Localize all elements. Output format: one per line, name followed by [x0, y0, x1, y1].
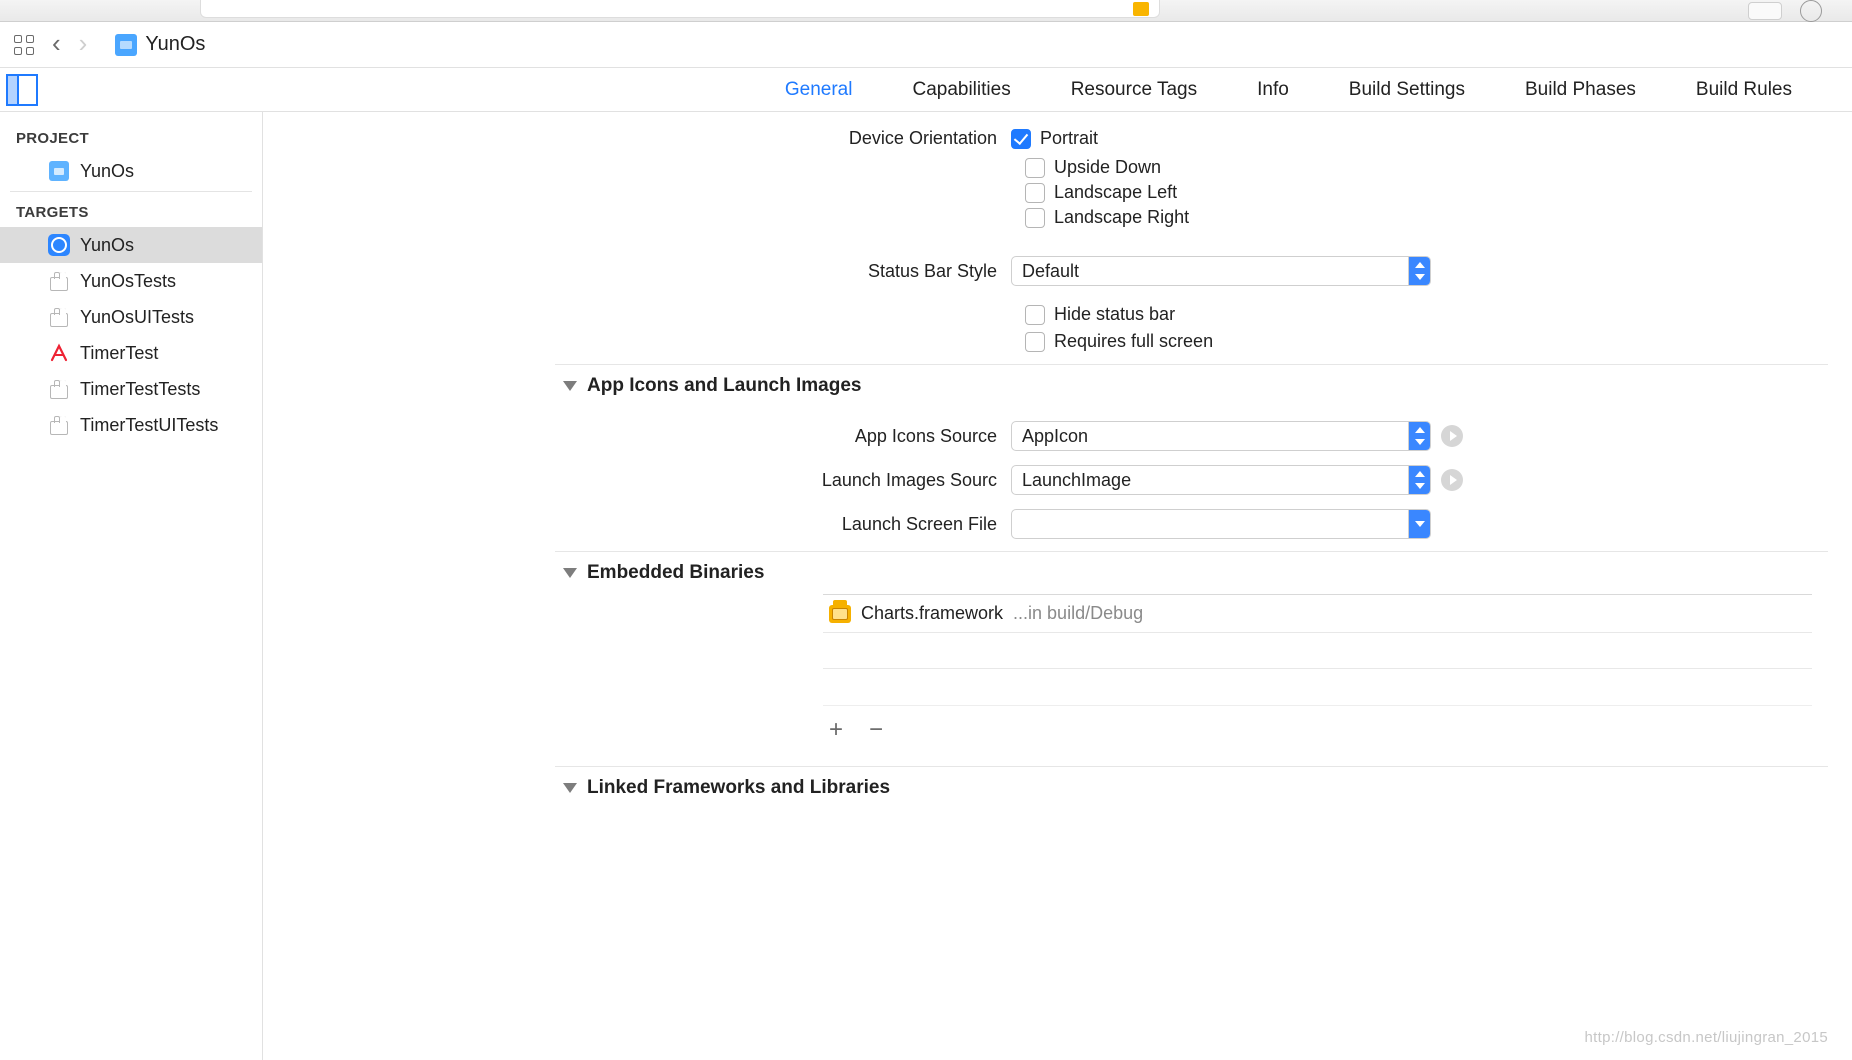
select-stepper-icon	[1408, 257, 1430, 285]
section-linked-frameworks[interactable]: Linked Frameworks and Libraries	[263, 767, 1852, 809]
app-target-icon	[48, 234, 70, 256]
sidebar-target-label: TimerTest	[80, 343, 158, 364]
nav-forward-icon[interactable]: ›	[79, 30, 88, 56]
test-target-icon	[49, 415, 69, 435]
tab-capabilities[interactable]: Capabilities	[912, 79, 1010, 101]
sidebar-target-label: YunOs	[80, 235, 134, 256]
sidebar-heading-project: PROJECT	[0, 122, 262, 153]
launch-images-source-label: Launch Images Sourc	[263, 470, 1011, 491]
dropdown-arrow-icon	[1408, 510, 1430, 538]
section-embedded-binaries[interactable]: Embedded Binaries	[263, 552, 1852, 594]
checkbox-hide-status-bar[interactable]	[1025, 305, 1045, 325]
sidebar-target-timertest[interactable]: TimerTest	[0, 335, 262, 371]
embedded-binary-path: ...in build/Debug	[1013, 603, 1143, 624]
breadcrumb-project: YunOs	[145, 33, 205, 56]
test-target-icon	[49, 271, 69, 291]
sidebar-target-yunostests[interactable]: YunOsTests	[0, 263, 262, 299]
device-orientation-label: Device Orientation	[263, 128, 1011, 149]
tab-resource-tags[interactable]: Resource Tags	[1071, 79, 1197, 101]
sidebar-target-yunosuitests[interactable]: YunOsUITests	[0, 299, 262, 335]
status-bar-style-value: Default	[1022, 261, 1079, 282]
table-row[interactable]: Charts.framework ...in build/Debug	[823, 595, 1812, 633]
app-icons-source-select[interactable]: AppIcon	[1011, 421, 1431, 451]
toolbar-button[interactable]	[1748, 2, 1782, 20]
checkbox-upside-down[interactable]	[1025, 158, 1045, 178]
sidebar-target-label: TimerTestTests	[80, 379, 200, 400]
sidebar-target-label: YunOsTests	[80, 271, 176, 292]
checkbox-landscape-right-label: Landscape Right	[1054, 207, 1189, 228]
sidebar-target-timertestuitests[interactable]: TimerTestUITests	[0, 407, 262, 443]
project-icon	[115, 34, 137, 56]
checkbox-portrait[interactable]	[1011, 129, 1031, 149]
launch-images-source-select[interactable]: LaunchImage	[1011, 465, 1431, 495]
toolbar-circle-button[interactable]	[1800, 0, 1822, 22]
tab-info[interactable]: Info	[1257, 79, 1289, 101]
section-linked-label: Linked Frameworks and Libraries	[587, 777, 890, 799]
editor-tab-bar: General Capabilities Resource Tags Info …	[0, 68, 1852, 112]
disclosure-triangle-icon	[563, 783, 577, 793]
test-target-icon	[49, 379, 69, 399]
checkbox-upside-down-label: Upside Down	[1054, 157, 1161, 178]
app-a-icon	[48, 342, 70, 364]
path-bar: ‹ › YunOs	[0, 22, 1852, 68]
app-icons-source-label: App Icons Source	[263, 426, 1011, 447]
nav-back-icon[interactable]: ‹	[52, 30, 61, 56]
section-embedded-label: Embedded Binaries	[587, 562, 764, 584]
project-icon	[49, 161, 69, 181]
tab-build-rules[interactable]: Build Rules	[1696, 79, 1792, 101]
tab-build-settings[interactable]: Build Settings	[1349, 79, 1465, 101]
sidebar-heading-targets: TARGETS	[0, 196, 262, 227]
general-settings-content: Device Orientation Portrait Upside Down …	[263, 112, 1852, 1060]
checkbox-landscape-left[interactable]	[1025, 183, 1045, 203]
address-bar[interactable]	[200, 0, 1160, 18]
framework-icon	[829, 605, 851, 623]
launch-screen-file-select[interactable]	[1011, 509, 1431, 539]
checkbox-requires-full-screen-label: Requires full screen	[1054, 331, 1213, 352]
breadcrumb[interactable]: YunOs	[115, 33, 205, 56]
section-app-icons[interactable]: App Icons and Launch Images	[263, 365, 1852, 407]
related-items-icon[interactable]	[14, 35, 34, 55]
goto-asset-button[interactable]	[1441, 469, 1463, 491]
checkbox-hide-status-bar-label: Hide status bar	[1054, 304, 1175, 325]
section-app-icons-label: App Icons and Launch Images	[587, 375, 862, 397]
navigator-toggle-icon[interactable]	[6, 74, 38, 106]
checkbox-requires-full-screen[interactable]	[1025, 332, 1045, 352]
table-row[interactable]	[823, 669, 1812, 705]
select-stepper-icon	[1408, 466, 1430, 494]
project-targets-sidebar: PROJECT YunOs TARGETS YunOs YunOsTests Y…	[0, 112, 263, 1060]
launch-screen-file-label: Launch Screen File	[263, 514, 1011, 535]
sidebar-project-item[interactable]: YunOs	[0, 153, 262, 189]
status-bar-style-select[interactable]: Default	[1011, 256, 1431, 286]
disclosure-triangle-icon	[563, 381, 577, 391]
sidebar-target-label: YunOsUITests	[80, 307, 194, 328]
sidebar-project-label: YunOs	[80, 161, 134, 182]
tab-general[interactable]: General	[785, 79, 853, 101]
remove-button[interactable]: −	[869, 718, 883, 742]
status-bar-style-label: Status Bar Style	[263, 261, 1011, 282]
app-icons-source-value: AppIcon	[1022, 426, 1088, 447]
checkbox-portrait-label: Portrait	[1040, 128, 1098, 149]
disclosure-triangle-icon	[563, 568, 577, 578]
embedded-binaries-table[interactable]: Charts.framework ...in build/Debug	[823, 594, 1812, 706]
add-button[interactable]: +	[829, 718, 843, 742]
window-chrome	[0, 0, 1852, 22]
goto-asset-button[interactable]	[1441, 425, 1463, 447]
test-target-icon	[49, 307, 69, 327]
sidebar-separator	[10, 191, 252, 192]
tab-build-phases[interactable]: Build Phases	[1525, 79, 1636, 101]
launch-images-source-value: LaunchImage	[1022, 470, 1131, 491]
select-stepper-icon	[1408, 422, 1430, 450]
watermark: http://blog.csdn.net/liujingran_2015	[1585, 1029, 1828, 1046]
checkbox-landscape-right[interactable]	[1025, 208, 1045, 228]
checkbox-landscape-left-label: Landscape Left	[1054, 182, 1177, 203]
reader-icon	[1133, 2, 1149, 16]
table-row[interactable]	[823, 633, 1812, 669]
sidebar-target-yunos[interactable]: YunOs	[0, 227, 262, 263]
sidebar-target-label: TimerTestUITests	[80, 415, 218, 436]
sidebar-target-timertesttests[interactable]: TimerTestTests	[0, 371, 262, 407]
embedded-binary-name: Charts.framework	[861, 603, 1003, 624]
